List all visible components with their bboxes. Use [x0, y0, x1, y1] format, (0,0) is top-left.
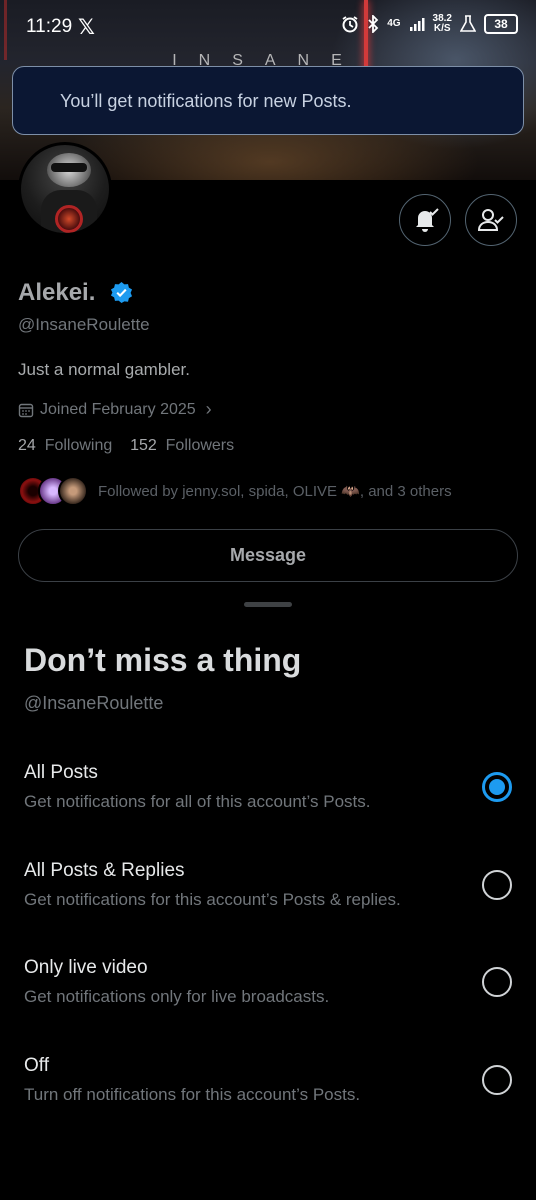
roulette-wheel-icon	[55, 205, 83, 233]
sheet-title: Don’t miss a thing	[24, 642, 302, 678]
profile-avatar[interactable]	[18, 142, 112, 236]
flask-icon	[460, 15, 476, 32]
option-description: Turn off notifications for this account’…	[24, 1085, 361, 1104]
radio-selected[interactable]	[482, 772, 512, 802]
option-live-video[interactable]: Only live video Get notifications only f…	[0, 957, 536, 1037]
radio-unselected[interactable]	[482, 1065, 512, 1095]
option-off[interactable]: Off Turn off notifications for this acco…	[0, 1055, 536, 1135]
follow-stats: 24 Following 152 Followers	[18, 437, 234, 455]
alarm-icon	[342, 16, 358, 33]
joined-date[interactable]: Joined February 2025 ›	[18, 399, 212, 420]
radio-unselected[interactable]	[482, 870, 512, 900]
avatar-mask	[51, 163, 87, 172]
following-label: Following	[44, 437, 113, 454]
signal-icon	[409, 18, 425, 31]
option-title: All Posts	[24, 762, 98, 783]
radio-unselected[interactable]	[482, 967, 512, 997]
option-title: Off	[24, 1055, 49, 1076]
toast-message: You’ll get notifications for new Posts.	[60, 91, 352, 111]
status-bar: 11:29 𝕏 4G 38.2 K/S 38	[0, 0, 536, 52]
option-description: Get notifications only for live broadcas…	[24, 987, 330, 1006]
sheet-handle: @InsaneRoulette	[24, 693, 164, 713]
x-logo-icon: 𝕏	[78, 16, 95, 39]
followers-link[interactable]: 152 Followers	[130, 437, 234, 454]
message-button[interactable]: Message	[18, 529, 518, 582]
following-count: 24	[18, 437, 36, 454]
network-speed: 38.2 K/S	[432, 13, 452, 34]
followed-by-text: Followed by jenny.sol, spida, OLIVE 🦇, a…	[98, 483, 452, 500]
bell-check-icon	[416, 208, 439, 232]
sheet-drag-handle[interactable]	[244, 602, 292, 607]
battery-indicator: 38	[484, 14, 518, 34]
bluetooth-icon	[368, 15, 379, 33]
option-all-posts-replies[interactable]: All Posts & Replies Get notifications fo…	[0, 860, 536, 940]
following-link[interactable]: 24 Following	[18, 437, 112, 454]
notification-toast: You’ll get notifications for new Posts.	[12, 66, 524, 135]
followers-count: 152	[130, 437, 157, 454]
option-title: Only live video	[24, 957, 148, 978]
profile-handle: @InsaneRoulette	[18, 315, 150, 334]
profile-name: Alekei.	[18, 279, 96, 306]
calendar-icon	[18, 403, 34, 417]
option-description: Get notifications for all of this accoun…	[24, 792, 371, 811]
status-time: 11:29	[26, 16, 73, 37]
user-check-icon	[477, 209, 504, 231]
followers-label: Followers	[165, 437, 235, 454]
status-icons: 4G 38.2 K/S 38	[341, 14, 518, 34]
option-title: All Posts & Replies	[24, 860, 185, 881]
followed-by-row[interactable]: Followed by jenny.sol, spida, OLIVE 🦇, a…	[18, 476, 452, 506]
notifications-bell-button[interactable]	[399, 194, 451, 246]
network-type: 4G	[387, 18, 401, 29]
follower-avatar	[58, 476, 88, 506]
verified-badge-icon	[110, 281, 133, 304]
profile-bio: Just a normal gambler.	[18, 360, 190, 379]
option-all-posts[interactable]: All Posts Get notifications for all of t…	[0, 762, 536, 842]
option-description: Get notifications for this account’s Pos…	[24, 890, 401, 909]
following-button[interactable]	[465, 194, 517, 246]
joined-label: Joined February 2025	[40, 400, 196, 418]
chevron-right-icon: ›	[205, 399, 212, 419]
